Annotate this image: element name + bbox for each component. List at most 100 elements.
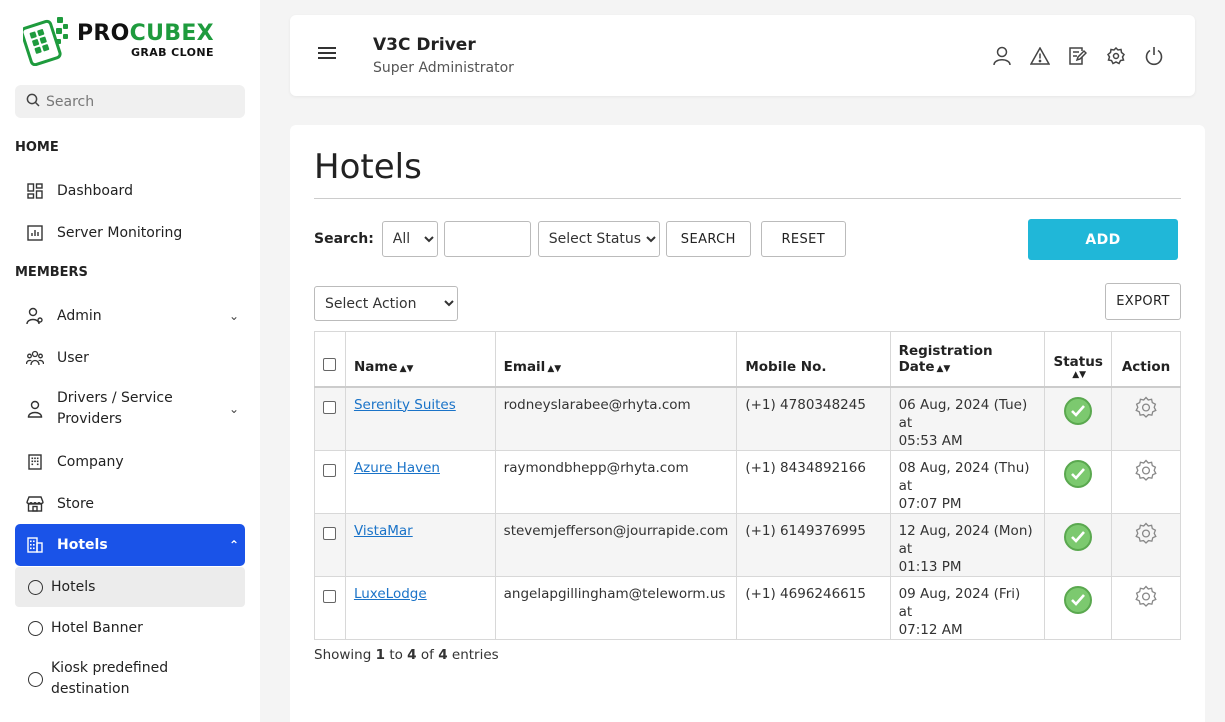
select-all-cell bbox=[314, 331, 346, 388]
action-cell bbox=[1111, 386, 1181, 451]
action-cell bbox=[1111, 512, 1181, 577]
sidebar-item-dashboard[interactable]: Dashboard bbox=[15, 180, 245, 202]
active-status-check-icon[interactable] bbox=[1064, 459, 1093, 488]
sidebar-item-hotels[interactable]: Hotels ⌃ bbox=[15, 524, 245, 566]
hotel-name-cell: LuxeLodge bbox=[344, 575, 496, 640]
driver-user-icon bbox=[25, 399, 45, 419]
table-header-row: Name ▲▼ Email ▲▼ Mobile No. Registration D… bbox=[314, 331, 1181, 388]
hamburger-menu-icon[interactable] bbox=[318, 47, 336, 61]
column-header-name[interactable]: Name ▲▼ bbox=[344, 331, 496, 388]
row-checkbox[interactable] bbox=[323, 400, 336, 414]
reset-button[interactable]: RESET bbox=[760, 221, 846, 257]
sidebar-subitem-label: Hotel Banner bbox=[51, 620, 143, 636]
action-cell bbox=[1111, 449, 1181, 514]
settings-gear-icon[interactable] bbox=[1134, 522, 1158, 550]
edit-note-icon[interactable] bbox=[1067, 45, 1089, 67]
bulk-action-select[interactable]: Select Action bbox=[314, 286, 458, 321]
sidebar-search[interactable] bbox=[15, 85, 245, 118]
table-row: Azure Haven raymondbhepp@rhyta.com (+1) 84… bbox=[314, 449, 1181, 514]
settings-icon[interactable] bbox=[1105, 45, 1127, 67]
row-checkbox[interactable] bbox=[323, 589, 336, 603]
sidebar-subitem-hotel-banner[interactable]: Hotel Banner bbox=[15, 617, 245, 639]
sidebar-item-label: Drivers / Service bbox=[57, 390, 173, 406]
sidebar-item-server-monitoring[interactable]: Server Monitoring bbox=[15, 222, 245, 244]
sidebar-item-label: Server Monitoring bbox=[57, 225, 183, 241]
hotel-name-cell: VistaMar bbox=[344, 512, 496, 577]
column-header-mobile: Mobile No. bbox=[736, 331, 891, 388]
registration-date-cell: 09 Aug, 2024 (Fri) at 07:12 AM bbox=[889, 575, 1046, 640]
sidebar-subitem-label: Hotels bbox=[51, 579, 96, 595]
row-select-cell bbox=[314, 386, 346, 451]
sidebar-item-user[interactable]: User bbox=[15, 347, 245, 369]
active-status-check-icon[interactable] bbox=[1064, 585, 1093, 614]
active-status-check-icon[interactable] bbox=[1064, 396, 1093, 425]
email-cell: rodneyslarabee@rhyta.com bbox=[494, 386, 738, 451]
circle-icon bbox=[28, 671, 43, 687]
hotel-name-link[interactable]: Serenity Suites bbox=[354, 397, 456, 413]
settings-gear-icon[interactable] bbox=[1134, 585, 1158, 613]
sort-icon: ▲▼ bbox=[936, 363, 951, 374]
row-checkbox[interactable] bbox=[323, 463, 336, 477]
hotel-name-link[interactable]: LuxeLodge bbox=[354, 586, 427, 602]
column-header-status[interactable]: Status ▲▼ bbox=[1044, 331, 1113, 388]
user-role: Super Administrator bbox=[373, 60, 514, 76]
sidebar-item-admin[interactable]: Admin ⌄ bbox=[15, 305, 245, 327]
sidebar-item-store[interactable]: Store bbox=[15, 493, 245, 515]
power-icon[interactable] bbox=[1143, 45, 1165, 67]
sidebar-item-label: Dashboard bbox=[57, 183, 133, 199]
search-label: Search: bbox=[314, 231, 374, 247]
status-cell bbox=[1044, 449, 1113, 514]
registration-date-cell: 12 Aug, 2024 (Mon) at 01:13 PM bbox=[889, 512, 1046, 577]
section-members: MEMBERS bbox=[15, 265, 88, 280]
column-header-email[interactable]: Email ▲▼ bbox=[494, 331, 738, 388]
hotel-name-link[interactable]: Azure Haven bbox=[354, 460, 440, 476]
logo-cube-icon bbox=[20, 14, 73, 67]
store-icon bbox=[25, 494, 45, 514]
active-status-check-icon[interactable] bbox=[1064, 522, 1093, 551]
select-all-checkbox[interactable] bbox=[323, 357, 336, 371]
table-row: Serenity Suites rodneyslarabee@rhyta.com(… bbox=[314, 386, 1181, 451]
table-info: Showing 1 to 4 of 4 entries bbox=[314, 647, 499, 663]
sidebar-item-drivers[interactable]: Drivers / Service Providers ⌄ bbox=[15, 388, 245, 430]
sidebar-search-input[interactable] bbox=[46, 93, 226, 110]
brand-logo[interactable]: PROCUBEX GRAB CLONE bbox=[20, 14, 214, 67]
add-button[interactable]: ADD bbox=[1028, 219, 1178, 260]
chevron-up-icon: ⌃ bbox=[228, 538, 239, 552]
chart-icon bbox=[25, 223, 45, 243]
row-checkbox[interactable] bbox=[323, 526, 336, 540]
sidebar: PROCUBEX GRAB CLONE HOME Dashboard Serve… bbox=[0, 0, 260, 722]
settings-gear-icon[interactable] bbox=[1134, 396, 1158, 424]
status-cell bbox=[1044, 575, 1113, 640]
warning-icon[interactable] bbox=[1029, 45, 1051, 67]
search-button[interactable]: SEARCH bbox=[665, 221, 751, 257]
brand-title: PROCUBEX bbox=[77, 20, 214, 46]
section-home: HOME bbox=[15, 140, 59, 155]
row-select-cell bbox=[314, 449, 346, 514]
mobile-cell: (+1) 6149376995 bbox=[736, 512, 891, 577]
registration-date-cell: 08 Aug, 2024 (Thu) at 07:07 PM bbox=[889, 449, 1046, 514]
brand-subtitle: GRAB CLONE bbox=[130, 45, 214, 59]
chevron-down-icon: ⌄ bbox=[228, 402, 239, 416]
sidebar-item-label: Admin bbox=[57, 308, 102, 324]
export-button[interactable]: EXPORT bbox=[1105, 283, 1181, 320]
chevron-down-icon: ⌄ bbox=[228, 309, 239, 323]
registration-date-cell: 06 Aug, 2024 (Tue) at 05:53 AM bbox=[889, 386, 1046, 451]
profile-icon[interactable] bbox=[991, 45, 1013, 67]
admin-user-icon bbox=[25, 306, 45, 326]
sidebar-item-company[interactable]: Company bbox=[15, 451, 245, 473]
page-title: Hotels bbox=[314, 147, 422, 187]
settings-gear-icon[interactable] bbox=[1134, 459, 1158, 487]
sidebar-item-label: User bbox=[57, 350, 89, 366]
table-row: LuxeLodge angelapgillingham@teleworm.us (+… bbox=[314, 575, 1181, 640]
column-header-action: Action bbox=[1111, 331, 1181, 388]
search-filter-select[interactable]: All bbox=[381, 221, 438, 257]
sidebar-subitem-hotels[interactable]: Hotels bbox=[15, 567, 245, 607]
sort-icon: ▲▼ bbox=[547, 363, 562, 374]
action-cell bbox=[1111, 575, 1181, 640]
status-filter-select[interactable]: Select Status bbox=[537, 221, 660, 257]
sidebar-subitem-kiosk-destination[interactable]: Kiosk predefined destination bbox=[15, 658, 245, 700]
hotel-name-link[interactable]: VistaMar bbox=[354, 523, 413, 539]
column-header-registration-date[interactable]: Registration Date ▲▼ bbox=[889, 331, 1046, 388]
mobile-cell: (+1) 4780348245 bbox=[736, 386, 891, 451]
search-keyword-input[interactable] bbox=[443, 221, 531, 257]
